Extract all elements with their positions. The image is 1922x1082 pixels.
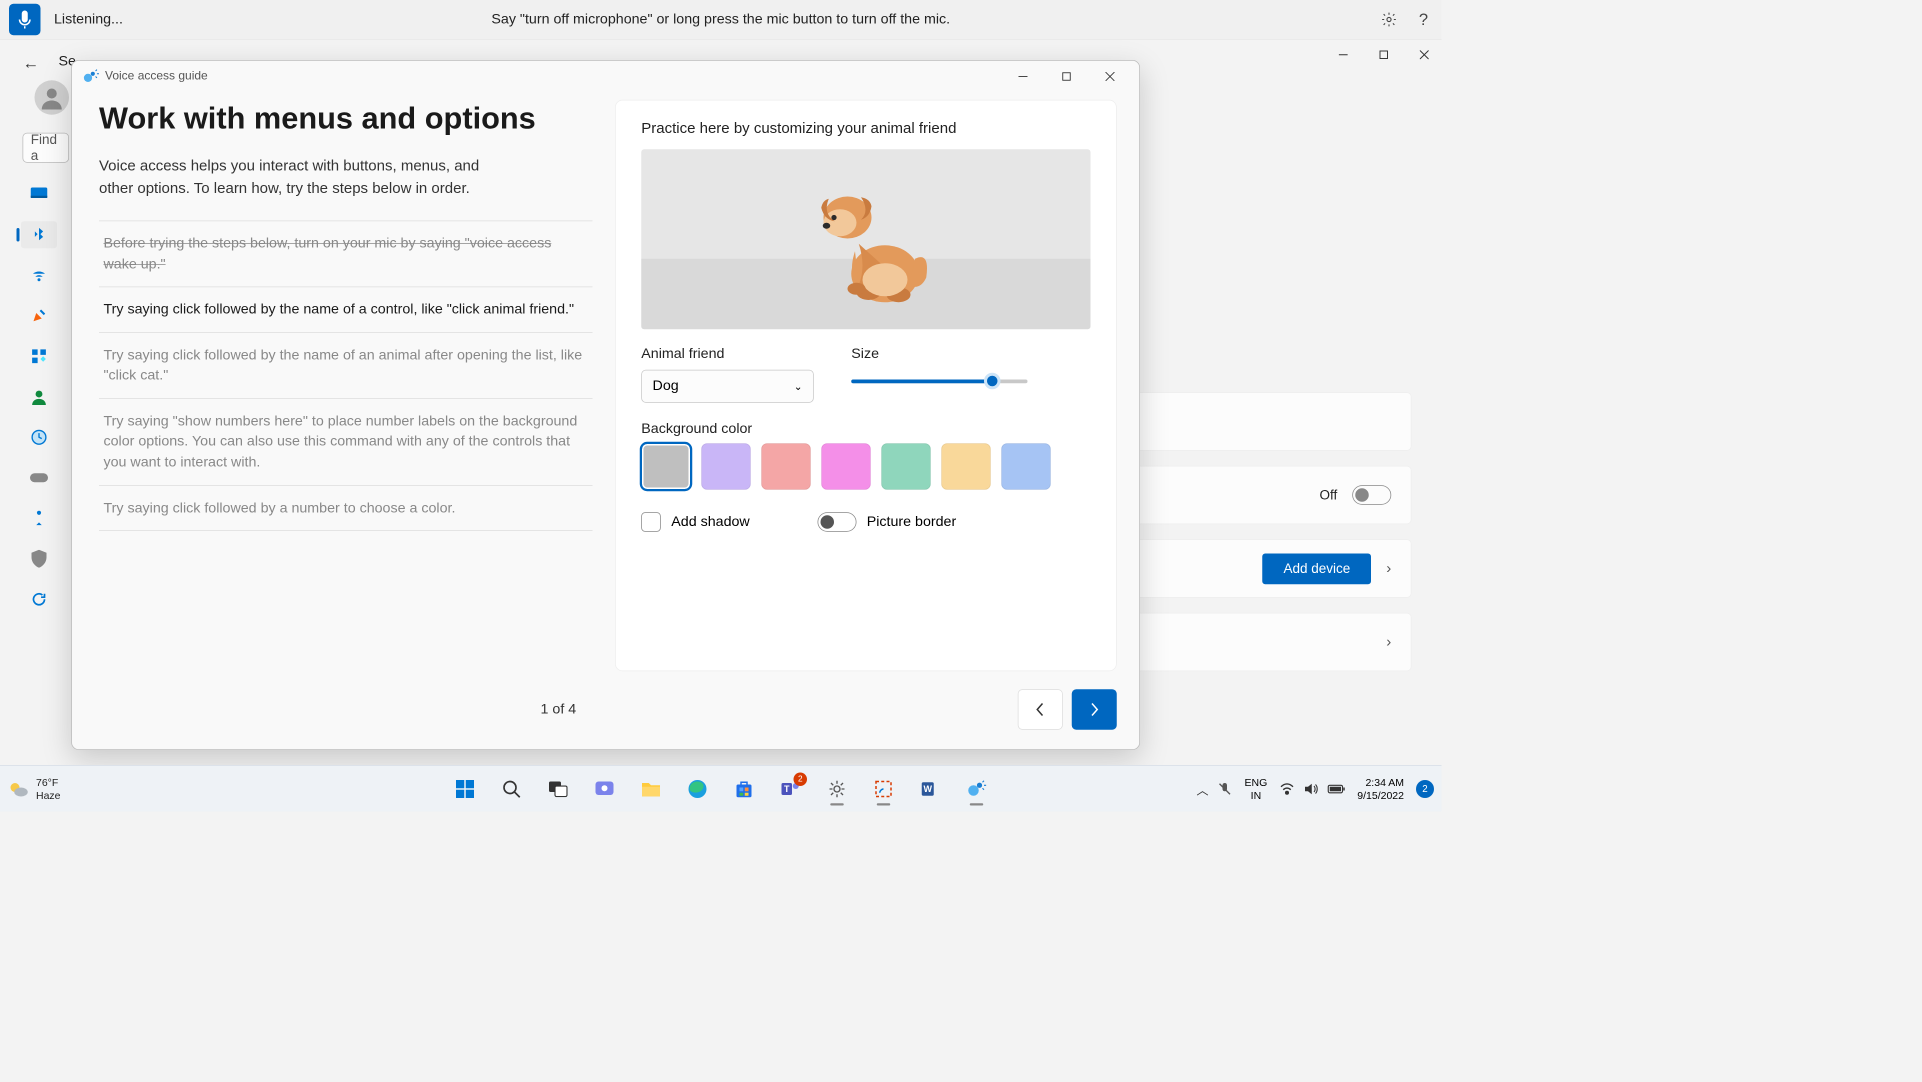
svg-text:W: W (923, 784, 932, 794)
add-shadow-label: Add shadow (671, 514, 749, 531)
find-setting-input[interactable]: Find a (23, 133, 70, 163)
settings-app-button[interactable] (818, 771, 857, 807)
add-device-button[interactable]: Add device (1262, 553, 1371, 584)
page-indicator: 1 of 4 (99, 701, 1018, 718)
guide-intro: Voice access helps you interact with but… (99, 155, 504, 200)
back-button[interactable]: ← (23, 53, 40, 73)
picture-border-toggle[interactable] (817, 512, 856, 532)
search-button[interactable] (492, 771, 531, 807)
weather-icon (8, 778, 29, 799)
voice-access-guide-window: Voice access guide Work with menus and o… (71, 60, 1140, 750)
dog-illustration (802, 176, 930, 304)
guide-minimize-button[interactable] (1001, 61, 1045, 93)
toggle-off[interactable] (1352, 485, 1391, 505)
guide-footer: 1 of 4 (72, 680, 1139, 749)
color-swatch[interactable] (1001, 443, 1051, 490)
tray-chevron-icon[interactable]: ︿ (1197, 780, 1209, 798)
volume-icon[interactable] (1303, 783, 1318, 795)
color-swatch[interactable] (641, 443, 691, 490)
sidebar-item-network[interactable] (21, 262, 57, 289)
notification-badge[interactable]: 2 (1416, 780, 1434, 798)
snipping-tool-button[interactable] (864, 771, 903, 807)
next-button[interactable] (1072, 689, 1117, 730)
minimize-button[interactable] (1337, 48, 1351, 62)
guide-steps-list: Before trying the steps below, turn on y… (99, 221, 593, 531)
sidebar-item-privacy[interactable] (21, 545, 57, 572)
chevron-right-icon: › (1386, 633, 1391, 650)
chevron-right-icon: › (1386, 560, 1391, 577)
guide-step: Try saying click followed by the name of… (99, 287, 593, 332)
chevron-down-icon: ⌄ (794, 380, 803, 393)
guide-heading: Work with menus and options (99, 100, 593, 137)
guide-step: Try saying click followed by a number to… (99, 486, 593, 531)
svg-text:T: T (784, 784, 790, 794)
animal-preview (641, 149, 1090, 329)
sidebar-item-accounts[interactable] (21, 383, 57, 410)
color-swatch[interactable] (701, 443, 751, 490)
guide-step: Before trying the steps below, turn on y… (99, 221, 593, 288)
help-icon[interactable]: ? (1415, 11, 1433, 29)
taskbar: 76°FHaze T2 W ︿ ENGIN 2:34 AM9/15/2022 2 (0, 765, 1442, 812)
color-swatch[interactable] (821, 443, 871, 490)
animal-friend-select[interactable]: Dog ⌄ (641, 370, 814, 403)
account-avatar[interactable] (35, 80, 70, 115)
size-label: Size (851, 346, 1090, 363)
color-swatch[interactable] (941, 443, 991, 490)
voice-access-app-icon (83, 68, 100, 85)
guide-close-button[interactable] (1088, 61, 1132, 93)
taskbar-weather[interactable]: 76°FHaze (8, 777, 61, 801)
word-button[interactable]: W (911, 771, 950, 807)
voice-hint: Say "turn off microphone" or long press … (491, 11, 950, 28)
guide-maximize-button[interactable] (1045, 61, 1089, 93)
sidebar-item-system[interactable] (21, 181, 57, 208)
prev-button[interactable] (1018, 689, 1063, 730)
guide-window-title: Voice access guide (105, 70, 208, 84)
picture-border-label: Picture border (867, 514, 957, 531)
guide-instructions: Work with menus and options Voice access… (99, 100, 600, 672)
voice-status: Listening... (54, 11, 123, 28)
taskbar-tray: ︿ ENGIN 2:34 AM9/15/2022 2 (1197, 777, 1434, 801)
store-button[interactable] (725, 771, 764, 807)
size-slider[interactable] (851, 370, 1027, 393)
file-explorer-button[interactable] (632, 771, 671, 807)
background-color-label: Background color (641, 421, 1090, 438)
settings-gear-icon[interactable] (1380, 11, 1398, 29)
chat-button[interactable] (585, 771, 624, 807)
sidebar-item-apps[interactable] (21, 343, 57, 370)
sidebar-item-update[interactable] (21, 586, 57, 613)
sidebar-item-time[interactable] (21, 424, 57, 451)
mic-icon (17, 11, 32, 29)
voice-access-bar: Listening... Say "turn off microphone" o… (0, 0, 1442, 40)
start-button[interactable] (446, 771, 485, 807)
wifi-icon[interactable] (1279, 783, 1294, 795)
teams-badge: 2 (794, 772, 808, 786)
mic-muted-icon[interactable] (1218, 781, 1233, 796)
animal-friend-label: Animal friend (641, 346, 814, 363)
mic-button[interactable] (9, 4, 41, 36)
battery-icon[interactable] (1327, 783, 1345, 794)
maximize-button[interactable] (1377, 48, 1391, 62)
language-indicator[interactable]: ENGIN (1245, 777, 1268, 801)
guide-practice-panel: Practice here by customizing your animal… (615, 100, 1117, 672)
task-view-button[interactable] (539, 771, 578, 807)
guide-titlebar: Voice access guide (72, 61, 1139, 93)
teams-button[interactable]: T2 (771, 771, 810, 807)
guide-step: Try saying click followed by the name of… (99, 333, 593, 399)
voice-access-app-button[interactable] (957, 771, 996, 807)
close-button[interactable] (1418, 48, 1432, 62)
clock[interactable]: 2:34 AM9/15/2022 (1357, 777, 1404, 801)
taskbar-center: T2 W (446, 771, 997, 807)
settings-sidebar (21, 181, 57, 613)
add-shadow-checkbox[interactable] (641, 512, 661, 532)
practice-hint: Practice here by customizing your animal… (641, 120, 1090, 137)
sidebar-item-gaming[interactable] (21, 464, 57, 491)
edge-button[interactable] (678, 771, 717, 807)
color-swatch[interactable] (761, 443, 811, 490)
guide-step: Try saying "show numbers here" to place … (99, 399, 593, 486)
background-color-swatches (641, 443, 1090, 490)
sidebar-item-bluetooth[interactable] (21, 221, 57, 248)
sidebar-item-personalization[interactable] (21, 302, 57, 329)
sidebar-item-accessibility[interactable] (21, 505, 57, 532)
color-swatch[interactable] (881, 443, 931, 490)
